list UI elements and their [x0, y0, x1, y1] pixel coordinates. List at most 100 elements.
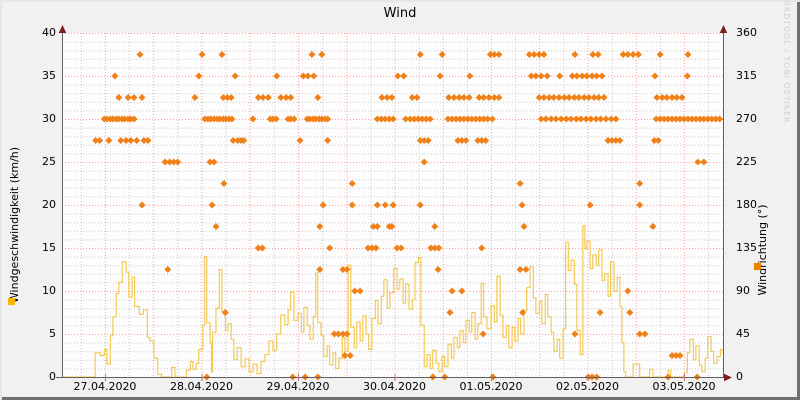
- axes: [56, 29, 726, 378]
- direction-diamond: [641, 330, 649, 338]
- direction-diamond: [346, 352, 354, 359]
- direction-diamond: [174, 158, 182, 166]
- direction-diamond: [416, 51, 424, 58]
- x-axis-date-label: 29.04.2020: [266, 380, 330, 393]
- direction-diamond: [537, 72, 545, 80]
- right-axis-tick-label: 270: [736, 112, 757, 125]
- right-axis-tick-label: 135: [736, 241, 757, 254]
- direction-diamond: [540, 51, 548, 58]
- left-axis-tick-label: 0: [49, 370, 56, 383]
- direction-diamond: [381, 201, 389, 209]
- direction-diamond: [636, 180, 644, 187]
- direction-diamond: [488, 115, 496, 123]
- direction-diamond: [458, 287, 466, 295]
- direction-diamond: [520, 223, 528, 230]
- direction-diamond: [191, 94, 199, 101]
- direction-diamond: [700, 158, 708, 166]
- left-axis-tick-label: 15: [42, 241, 56, 254]
- direction-diamond: [231, 72, 239, 80]
- direction-diamond: [318, 51, 326, 58]
- direction-diamond: [136, 51, 144, 58]
- right-axis-tick-label: 225: [736, 155, 757, 168]
- chart-svg: [56, 25, 732, 382]
- direction-diamond: [308, 51, 316, 58]
- direction-diamond: [397, 244, 405, 252]
- left-axis-tick-label: 40: [42, 26, 56, 39]
- direction-diamond: [651, 72, 659, 80]
- right-axis-tick-label: 315: [736, 69, 757, 82]
- x-axis-date-label: 03.05.2020: [652, 380, 716, 393]
- direction-diamond: [198, 51, 206, 58]
- direction-diamond: [495, 94, 503, 101]
- direction-diamond: [130, 94, 138, 101]
- direction-diamond: [96, 137, 104, 144]
- direction-diamond: [221, 309, 229, 316]
- direction-diamond: [195, 72, 203, 80]
- left-axis-tick-label: 25: [42, 155, 56, 168]
- direction-diamond: [310, 72, 318, 80]
- x-axis-date-label: 28.04.2020: [169, 380, 233, 393]
- direction-diamond: [612, 115, 620, 123]
- direction-diamond: [465, 94, 473, 101]
- direction-diamond: [249, 115, 257, 123]
- direction-diamond: [258, 244, 266, 252]
- direction-diamond: [115, 94, 123, 101]
- direction-diamond: [138, 94, 146, 101]
- direction-diamond: [495, 51, 503, 58]
- direction-diamond: [127, 137, 135, 144]
- direction-diamond: [210, 158, 218, 166]
- direction-diamond: [416, 201, 424, 209]
- x-axis-date-label: 27.04.2020: [73, 380, 137, 393]
- direction-diamond: [656, 51, 664, 58]
- direction-diamond: [373, 223, 381, 230]
- direction-diamond: [389, 115, 397, 123]
- direction-diamond: [596, 309, 604, 316]
- direction-diamond: [105, 137, 113, 144]
- direction-diamond: [543, 72, 551, 80]
- direction-diamond: [319, 201, 327, 209]
- direction-diamond: [426, 115, 434, 123]
- right-axis-tick-label: 45: [736, 327, 750, 340]
- direction-diamond: [144, 137, 152, 144]
- direction-diamond: [479, 330, 487, 338]
- direction-diamond: [634, 51, 642, 58]
- wind-direction-points: [92, 51, 724, 381]
- direction-diamond: [326, 244, 334, 252]
- direction-diamond: [519, 309, 527, 316]
- left-axis-tick-label: 30: [42, 112, 56, 125]
- direction-diamond: [636, 201, 644, 209]
- right-axis-tick-label: 90: [736, 284, 750, 297]
- direction-diamond: [522, 266, 530, 273]
- direction-diamond: [626, 309, 634, 316]
- direction-diamond: [348, 201, 356, 209]
- direction-diamond: [438, 51, 446, 58]
- direction-diamond: [343, 330, 351, 338]
- chart-title: Wind: [383, 6, 417, 21]
- direction-diamond: [600, 94, 608, 101]
- direction-diamond: [372, 244, 380, 252]
- direction-diamond: [348, 180, 356, 187]
- direction-diamond: [424, 137, 432, 144]
- direction-diamond: [556, 72, 564, 80]
- right-axis-label: Windrichtung (°): [756, 204, 769, 296]
- direction-diamond: [420, 158, 428, 166]
- direction-diamond: [208, 201, 216, 209]
- direction-diamond: [594, 51, 602, 58]
- direction-diamond: [227, 94, 235, 101]
- direction-diamond: [448, 287, 456, 295]
- x-axis-date-label: 30.04.2020: [362, 380, 426, 393]
- direction-diamond: [624, 287, 632, 295]
- direction-diamond: [373, 201, 381, 209]
- direction-diamond: [516, 180, 524, 187]
- direction-diamond: [138, 201, 146, 209]
- direction-diamond: [212, 223, 220, 230]
- direction-diamond: [518, 201, 526, 209]
- direction-diamond: [389, 201, 397, 209]
- direction-diamond: [446, 309, 454, 316]
- direction-diamond: [356, 287, 364, 295]
- direction-diamond: [431, 223, 439, 230]
- direction-legend-swatch: [754, 263, 761, 270]
- direction-diamond: [684, 51, 692, 58]
- left-axis-tick-label: 10: [42, 284, 56, 297]
- direction-diamond: [571, 330, 579, 338]
